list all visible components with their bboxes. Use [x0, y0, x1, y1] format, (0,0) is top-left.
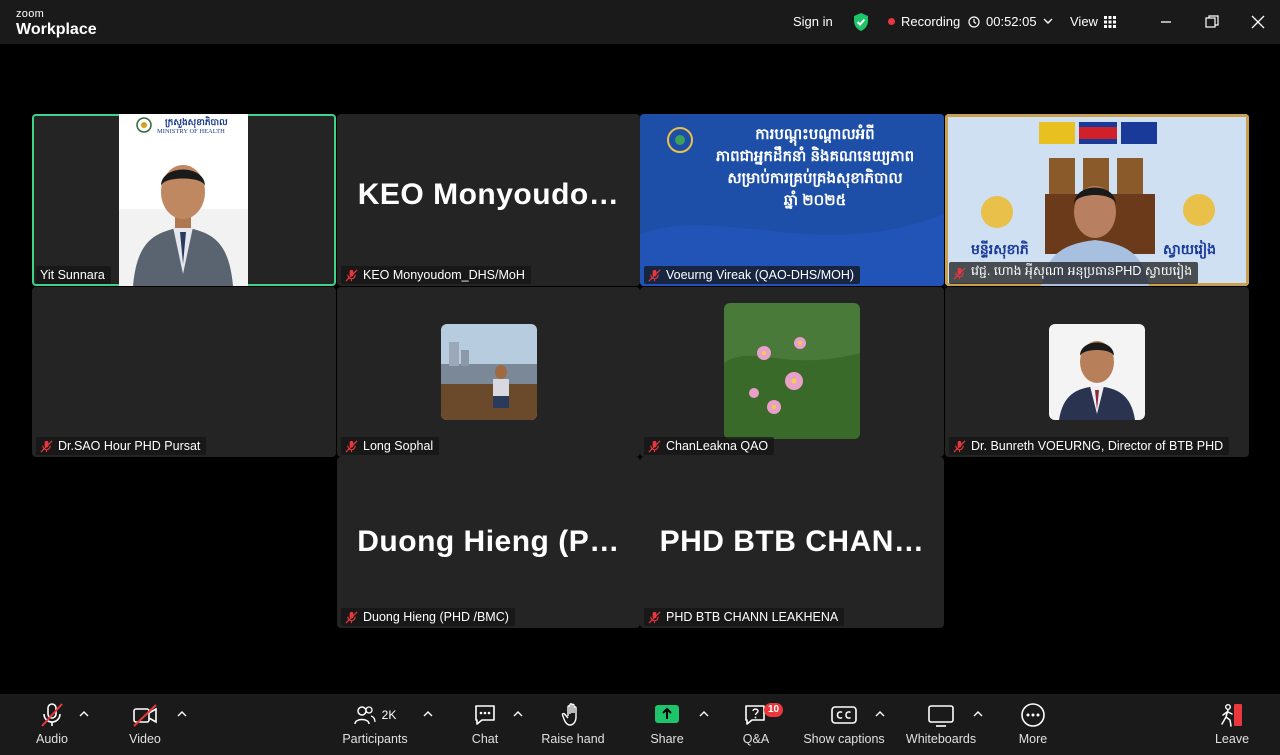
participant-display-name: Duong Hieng (P… — [357, 525, 620, 558]
share-button[interactable]: Share — [647, 702, 687, 746]
presentation-title: ការបណ្តុះបណ្តាលអំពី ភាពជាអ្នកដឹកនាំ និងគ… — [715, 126, 915, 209]
leave-icon — [1221, 704, 1242, 727]
more-button[interactable]: More — [1013, 702, 1053, 746]
participant-display-name: PHD BTB CHAN… — [659, 525, 925, 558]
show-captions-button[interactable]: Show captions — [802, 702, 886, 746]
muted-mic-icon — [648, 269, 661, 281]
participants-button[interactable]: 2K Participants — [340, 702, 410, 746]
profile-picture — [441, 324, 537, 420]
qa-unread-badge: 10 — [764, 703, 784, 717]
chevron-down-icon — [1043, 18, 1053, 24]
participant-name-label: Yit Sunnara — [36, 266, 111, 284]
audio-options-chevron-icon[interactable] — [79, 710, 89, 718]
raise-hand-button[interactable]: Raise hand — [540, 702, 606, 746]
participant-name-label: KEO Monyoudom_DHS/MoH — [341, 266, 531, 284]
participant-name-label: ChanLeakna QAO — [644, 437, 775, 455]
sign-in-button[interactable]: Sign in — [793, 14, 833, 29]
participant-name-label: Voeurng Vireak (QAO-DHS/MOH) — [644, 266, 861, 284]
minimize-button[interactable] — [1156, 12, 1176, 32]
video-options-chevron-icon[interactable] — [177, 710, 187, 718]
share-options-chevron-icon[interactable] — [699, 710, 709, 718]
video-tile-chanleakna[interactable]: ChanLeakna QAO — [640, 287, 944, 457]
muted-mic-icon — [953, 440, 966, 452]
grid-icon — [1103, 15, 1116, 28]
chat-options-chevron-icon[interactable] — [513, 710, 523, 718]
participants-count: 2K — [381, 708, 397, 722]
participant-name-label: Duong Hieng (PHD /BMC) — [341, 608, 515, 626]
recording-dot-icon — [888, 18, 895, 25]
view-button[interactable]: View — [1070, 14, 1116, 29]
video-tile-keo-monyoudom[interactable]: KEO Monyoudo… KEO Monyoudom_DHS/MoH — [337, 114, 640, 286]
participant-display-name: KEO Monyoudo… — [357, 178, 620, 211]
video-tile-bunreth-voeurng[interactable]: Dr. Bunreth VOEURNG, Director of BTB PHD — [945, 287, 1249, 457]
app-logo: zoom Workplace — [16, 8, 97, 38]
captions-options-chevron-icon[interactable] — [875, 710, 885, 718]
recording-indicator[interactable]: Recording — [888, 14, 960, 29]
participants-options-chevron-icon[interactable] — [423, 710, 433, 718]
participant-name-label: Dr.SAO Hour PHD Pursat — [36, 437, 207, 455]
video-tile-phd-svay-rieng[interactable]: មន្ទីរសុខាភិ ស្វាយរៀង វេជ្ជ. ហោង អុីសុណា… — [945, 114, 1249, 286]
video-tile-chann-leakhena[interactable]: PHD BTB CHAN… PHD BTB CHANN LEAKHENA — [640, 457, 944, 628]
camera-off-icon — [133, 704, 157, 727]
whiteboards-button[interactable]: Whiteboards — [902, 702, 980, 746]
audio-button[interactable]: Audio — [32, 702, 72, 746]
profile-picture — [724, 303, 860, 439]
muted-mic-icon — [648, 611, 661, 623]
chat-icon — [475, 705, 495, 725]
participant-name-label: វេជ្ជ. ហោង អុីសុណា អនុប្រធានPHD ស្វាយរៀង — [949, 262, 1199, 284]
close-button[interactable] — [1248, 12, 1268, 32]
video-tile-long-sophal[interactable]: Long Sophal — [337, 287, 640, 457]
profile-picture — [1049, 324, 1145, 420]
leave-button[interactable]: Leave — [1212, 702, 1252, 746]
muted-mic-icon — [40, 440, 53, 452]
muted-mic-icon — [345, 611, 358, 623]
title-bar: zoom Workplace Sign in Recording 00:52:0… — [0, 0, 1280, 44]
meeting-toolbar: Audio Video 2K Participants Chat Raise h… — [0, 694, 1280, 755]
restore-button[interactable] — [1202, 12, 1222, 32]
meeting-timer[interactable]: 00:52:05 — [968, 14, 1053, 29]
whiteboards-options-chevron-icon[interactable] — [973, 710, 983, 718]
video-tile-yit-sunnara[interactable]: ក្រសួងសុខាភិបាល MINISTRY OF HEALTH Yit S… — [32, 114, 336, 286]
more-icon — [1021, 703, 1045, 727]
participants-icon — [353, 706, 376, 725]
share-screen-icon — [655, 705, 679, 723]
chat-button[interactable]: Chat — [465, 702, 505, 746]
muted-mic-icon — [345, 269, 358, 281]
participant-name-label: Long Sophal — [341, 437, 440, 455]
encryption-shield-icon[interactable] — [852, 12, 870, 32]
participant-name-label: Dr. Bunreth VOEURNG, Director of BTB PHD — [949, 437, 1230, 455]
muted-mic-icon — [953, 267, 966, 279]
muted-mic-icon — [345, 440, 358, 452]
video-tile-sao-hour[interactable]: Dr.SAO Hour PHD Pursat — [32, 287, 336, 457]
clock-icon — [968, 15, 980, 28]
closed-captions-icon — [831, 706, 857, 724]
muted-mic-icon — [648, 440, 661, 452]
video-button[interactable]: Video — [125, 702, 165, 746]
participant-video: ក្រសួងសុខាភិបាល MINISTRY OF HEALTH — [119, 114, 248, 286]
video-tile-duong-hieng[interactable]: Duong Hieng (P… Duong Hieng (PHD /BMC) — [337, 457, 640, 628]
video-tile-voeurng-vireak[interactable]: ការបណ្តុះបណ្តាលអំពី ភាពជាអ្នកដឹកនាំ និងគ… — [640, 114, 944, 286]
whiteboard-icon — [928, 705, 954, 727]
microphone-muted-icon — [41, 703, 63, 727]
participant-name-label: PHD BTB CHANN LEAKHENA — [644, 608, 845, 626]
raise-hand-icon — [561, 703, 577, 726]
